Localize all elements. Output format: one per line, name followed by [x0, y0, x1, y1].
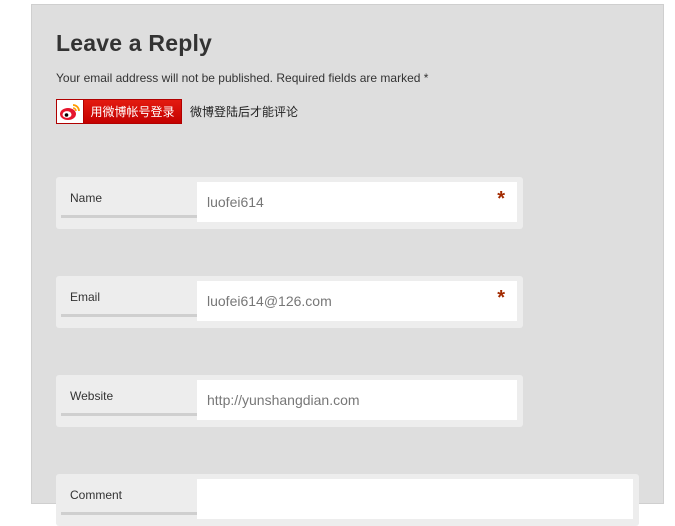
weibo-login-button[interactable]: 用微博帐号登录	[56, 99, 182, 124]
weibo-login-hint: 微博登陆后才能评论	[190, 105, 299, 119]
website-field-group: Website	[56, 375, 523, 427]
website-input[interactable]	[197, 380, 517, 420]
name-label: Name	[61, 182, 197, 218]
weibo-login-label: 用微博帐号登录	[90, 105, 175, 119]
weibo-logo-icon	[57, 100, 84, 123]
comment-field-group: Comment	[56, 474, 639, 526]
email-field-group: Email *	[56, 276, 523, 328]
comment-label: Comment	[61, 479, 197, 515]
email-required-mark: *	[497, 287, 505, 309]
email-label: Email	[61, 281, 197, 317]
name-required-mark: *	[497, 188, 505, 210]
name-field-group: Name *	[56, 177, 523, 229]
required-fields-notice: Your email address will not be published…	[56, 71, 429, 85]
website-label: Website	[61, 380, 197, 416]
name-input[interactable]	[197, 182, 517, 222]
email-input[interactable]	[197, 281, 517, 321]
comment-input[interactable]	[197, 479, 633, 519]
reply-title: Leave a Reply	[56, 30, 213, 56]
